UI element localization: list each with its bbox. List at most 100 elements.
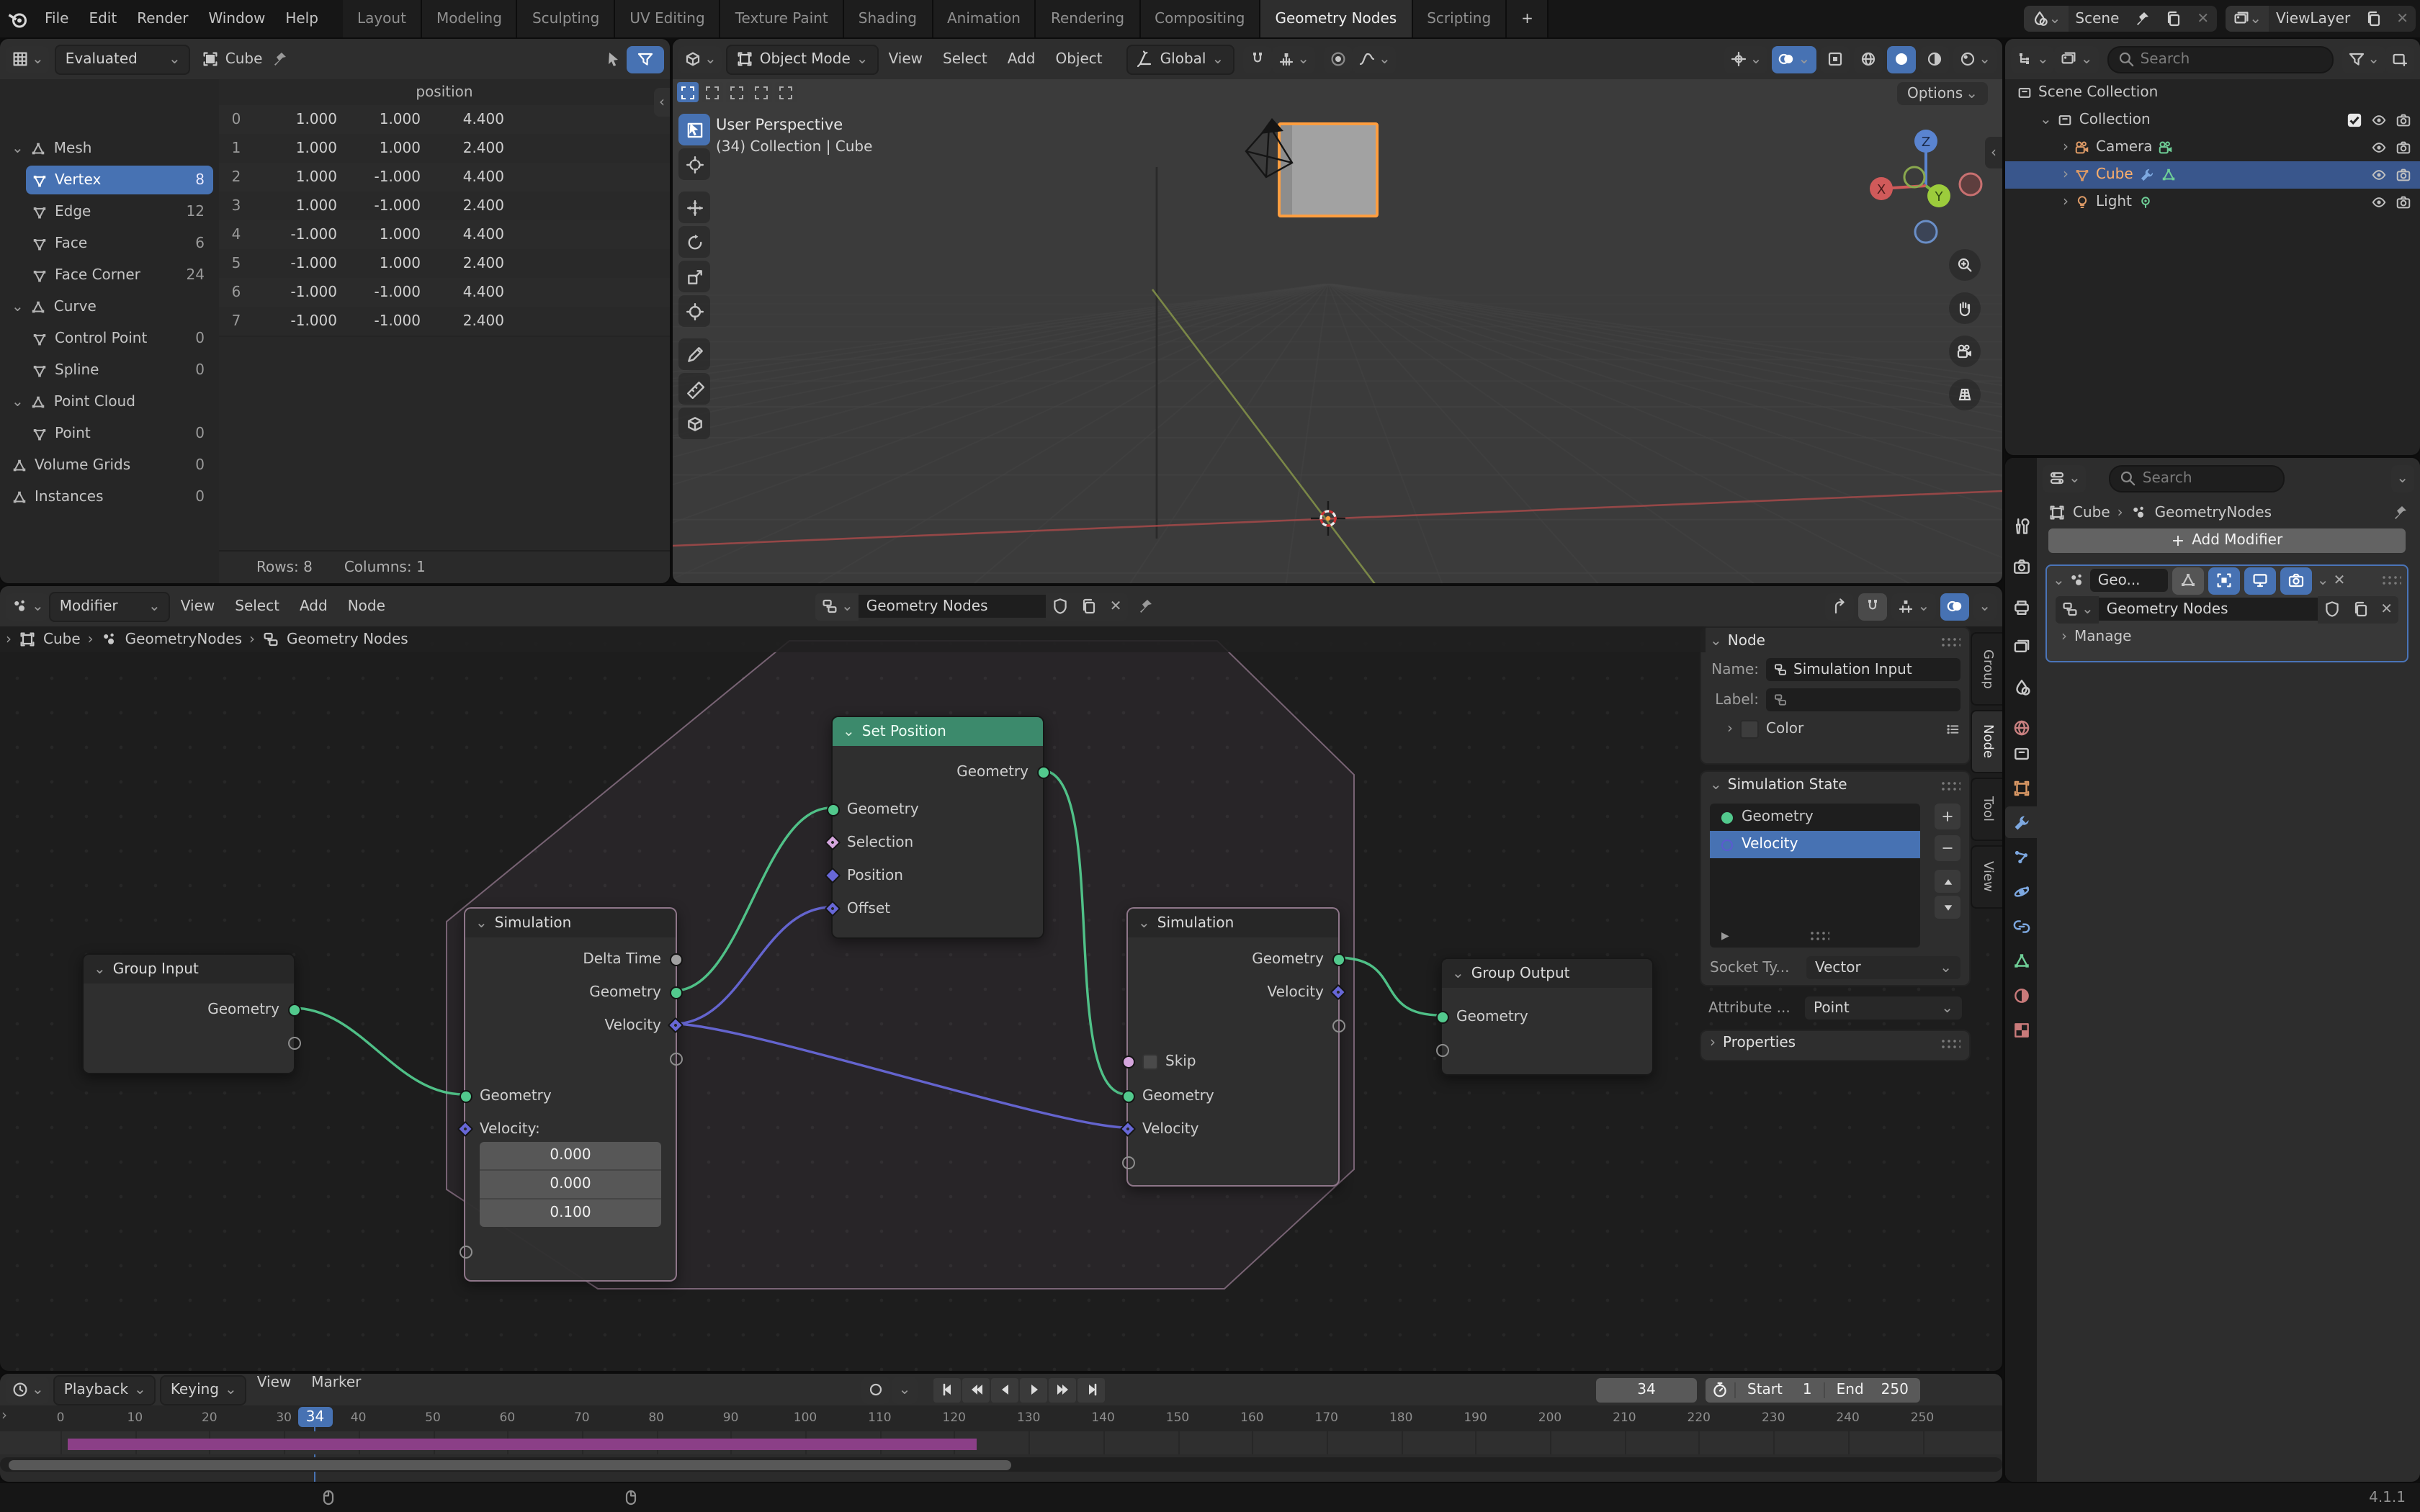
table-row[interactable]: 11.0001.0002.400 — [219, 134, 670, 164]
properties-tab-particles[interactable] — [2005, 841, 2037, 873]
zoom-button[interactable] — [1949, 249, 1981, 281]
select-box-button[interactable] — [678, 114, 710, 145]
outliner-row-light[interactable]: ›Light — [2005, 189, 2420, 216]
annotate-tool-button[interactable] — [678, 338, 710, 370]
measure-tool-button[interactable] — [678, 373, 710, 405]
table-row[interactable]: 21.000-1.0004.400 — [219, 163, 670, 193]
spreadsheet-tree-item-spline[interactable]: Spline0 — [26, 356, 213, 384]
node-label-field[interactable] — [1766, 688, 1960, 711]
node-group-browse[interactable]: ⌄ — [2056, 595, 2099, 623]
properties-options-dropdown[interactable]: ⌄ — [2390, 464, 2414, 492]
dataset-dropdown[interactable]: Evaluated⌄ — [55, 44, 191, 74]
timeline-menu-playback[interactable]: Playback⌄ — [54, 1374, 156, 1405]
falloff-dropdown[interactable]: ⌄ — [1353, 45, 1397, 73]
extras-dropdown[interactable]: ⌄ — [2317, 572, 2329, 588]
overlays-dropdown[interactable]: ⌄ — [1973, 593, 1996, 620]
camera-view-button[interactable] — [1949, 336, 1981, 367]
select-mode-extend[interactable] — [702, 82, 723, 102]
orientation-dropdown[interactable]: Global⌄ — [1127, 44, 1234, 74]
tri-down-button[interactable] — [1935, 896, 1960, 919]
breadcrumb-expand-icon[interactable]: › — [6, 631, 12, 647]
properties-tab-physics[interactable] — [2005, 876, 2037, 907]
properties-tab-output[interactable] — [2005, 590, 2037, 622]
node-sim_input[interactable]: ⌄SimulationDelta TimeGeometryVelocityGeo… — [464, 907, 677, 1282]
sidebar-tab-group[interactable]: Group — [1971, 632, 2002, 706]
plus-button[interactable] — [1935, 804, 1960, 829]
expand-arrow[interactable]: › — [1710, 1035, 1716, 1051]
scrollbar-thumb[interactable] — [9, 1459, 1011, 1470]
state-item-geometry[interactable]: Geometry — [1710, 804, 1920, 831]
socket-ext[interactable] — [1435, 1043, 1448, 1056]
previous-keyframe-button[interactable] — [962, 1377, 990, 1402]
viewport-menu-object[interactable]: Object — [1046, 51, 1113, 67]
topbar-menu-edit[interactable]: Edit — [79, 0, 127, 37]
attribute-dropdown[interactable]: Point⌄ — [1805, 996, 1962, 1020]
xray-toggle[interactable] — [1820, 45, 1849, 73]
navigation-gizmo[interactable]: Z X Y — [1865, 125, 1986, 246]
select-mode-set[interactable] — [677, 82, 699, 102]
socket-geo[interactable] — [459, 1089, 472, 1102]
collapse-arrow[interactable]: ⌄ — [2053, 572, 2065, 588]
camera-object[interactable] — [1227, 111, 1314, 190]
socket-geo[interactable] — [826, 803, 839, 816]
timeline-menu-view[interactable]: View — [247, 1374, 301, 1405]
manage-section[interactable]: ›Manage — [2047, 624, 2407, 649]
spreadsheet-tree-item-instances[interactable]: Instances0 — [6, 482, 213, 511]
viewport-display-toggle[interactable] — [2245, 567, 2277, 594]
edit-mode-toggle[interactable] — [2173, 567, 2205, 594]
scene-selector[interactable]: ⌄ Scene ✕ — [2025, 6, 2217, 32]
overlays-dropdown[interactable]: ⌄ — [1772, 45, 1816, 73]
vector-component-field[interactable]: 0.000 — [480, 1142, 661, 1171]
spreadsheet-tree-item-curve[interactable]: ⌄Curve — [6, 292, 213, 321]
topbar-menu-help[interactable]: Help — [275, 0, 328, 37]
new-collection-button[interactable] — [2385, 45, 2414, 73]
collapse-arrow[interactable]: ⌄ — [2040, 112, 2052, 128]
unlink-button[interactable]: ✕ — [1104, 593, 1128, 620]
color-checkbox[interactable] — [1740, 720, 1759, 739]
socket-geo[interactable] — [669, 986, 682, 999]
node-group-browse[interactable]: ⌄ — [815, 593, 859, 620]
auto-key-dropdown[interactable]: ⌄ — [892, 1376, 918, 1403]
socket-ext[interactable] — [459, 1245, 472, 1258]
sidebar-tab-view[interactable]: View — [1971, 845, 2002, 909]
add-workspace-button[interactable]: + — [1507, 0, 1549, 37]
spreadsheet-tree-item-face-corner[interactable]: Face Corner24 — [26, 261, 213, 289]
cursor-tool-button[interactable] — [678, 148, 710, 180]
workspace-tab-compositing[interactable]: Compositing — [1140, 0, 1260, 37]
properties-search-input[interactable] — [2143, 470, 2275, 486]
properties-tab-constraints[interactable] — [2005, 910, 2037, 942]
spreadsheet-tree-item-point[interactable]: Point0 — [26, 419, 213, 448]
shading-solid-button[interactable] — [1886, 45, 1915, 73]
pointer-icon[interactable] — [605, 50, 622, 68]
expand-arrow[interactable]: › — [2063, 194, 2069, 210]
filter-id-dropdown[interactable]: ⌄ — [2055, 45, 2099, 73]
filter-toggle-button[interactable] — [627, 45, 664, 73]
workspace-tab-scripting[interactable]: Scripting — [1412, 0, 1507, 37]
panel-header[interactable]: ›Properties — [1710, 1035, 1960, 1051]
fake-user-toggle[interactable] — [2317, 595, 2346, 623]
current-frame-field[interactable]: 34 — [1596, 1377, 1697, 1402]
drag-handle[interactable] — [1809, 930, 1829, 942]
drag-handle[interactable] — [2381, 575, 2401, 586]
workspace-tab-rendering[interactable]: Rendering — [1036, 0, 1140, 37]
node-group_output[interactable]: ⌄Group OutputGeometry — [1440, 958, 1654, 1076]
collapse-arrow[interactable]: ⌄ — [12, 140, 24, 156]
breadcrumb-node-tree[interactable]: Geometry Nodes — [287, 631, 408, 647]
spreadsheet-tree-item-control-point[interactable]: Control Point0 — [26, 324, 213, 353]
editor-type-button[interactable]: ⌄ — [6, 593, 50, 620]
pin-icon[interactable] — [1137, 598, 1154, 615]
workspace-tab-shading[interactable]: Shading — [844, 0, 933, 37]
properties-tab-collection[interactable] — [2005, 737, 2037, 769]
table-row[interactable]: 5-1.0001.0002.400 — [219, 249, 670, 279]
select-mode-intersect[interactable] — [775, 82, 797, 102]
outliner-search[interactable] — [2107, 45, 2334, 73]
transform-tool-button[interactable] — [678, 295, 710, 327]
socket-ext[interactable] — [1121, 1156, 1134, 1169]
node-header[interactable]: ⌄Group Output — [1442, 959, 1652, 988]
timeline-menu-keying[interactable]: Keying⌄ — [161, 1374, 247, 1405]
properties-tab-tool[interactable] — [2005, 510, 2037, 541]
copy-icon[interactable] — [2158, 6, 2190, 32]
collapse-arrow[interactable]: ⌄ — [1710, 778, 1722, 793]
editor-type-button[interactable]: ⌄ — [6, 1376, 50, 1403]
photo-camera-icon[interactable] — [2396, 167, 2411, 183]
